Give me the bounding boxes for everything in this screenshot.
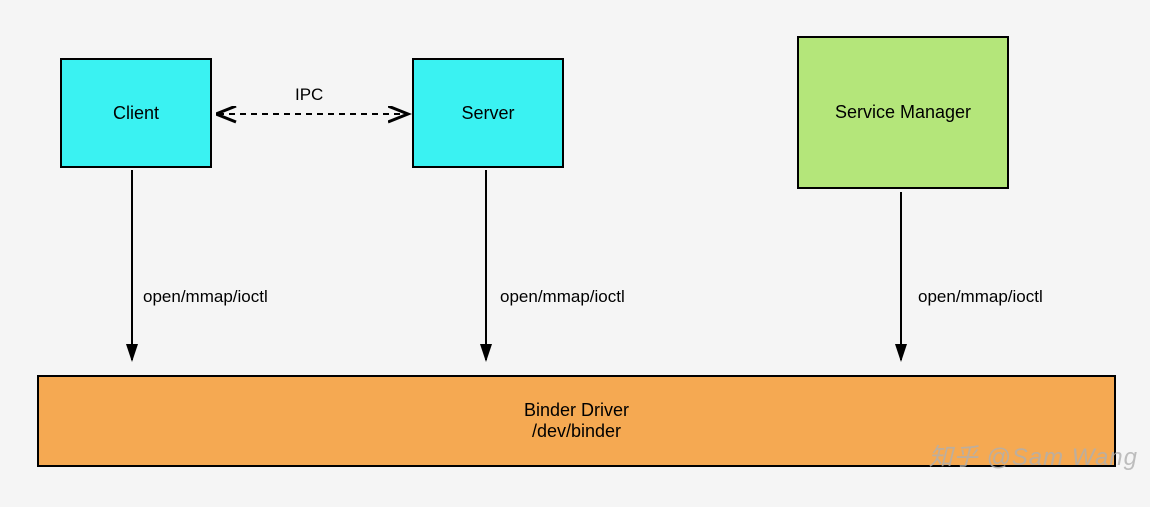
ipc-edge-label: IPC [295,85,323,105]
driver-path: /dev/binder [532,421,621,442]
service-manager-label: Service Manager [835,102,971,123]
client-label: Client [113,103,159,124]
server-node: Server [412,58,564,168]
svcmgr-syscall-label: open/mmap/ioctl [918,287,1043,307]
client-node: Client [60,58,212,168]
watermark-text: 知乎 @Sam Wang [929,437,1138,472]
driver-title: Binder Driver [524,400,629,421]
server-syscall-label: open/mmap/ioctl [500,287,625,307]
service-manager-node: Service Manager [797,36,1009,189]
server-label: Server [461,103,514,124]
client-syscall-label: open/mmap/ioctl [143,287,268,307]
